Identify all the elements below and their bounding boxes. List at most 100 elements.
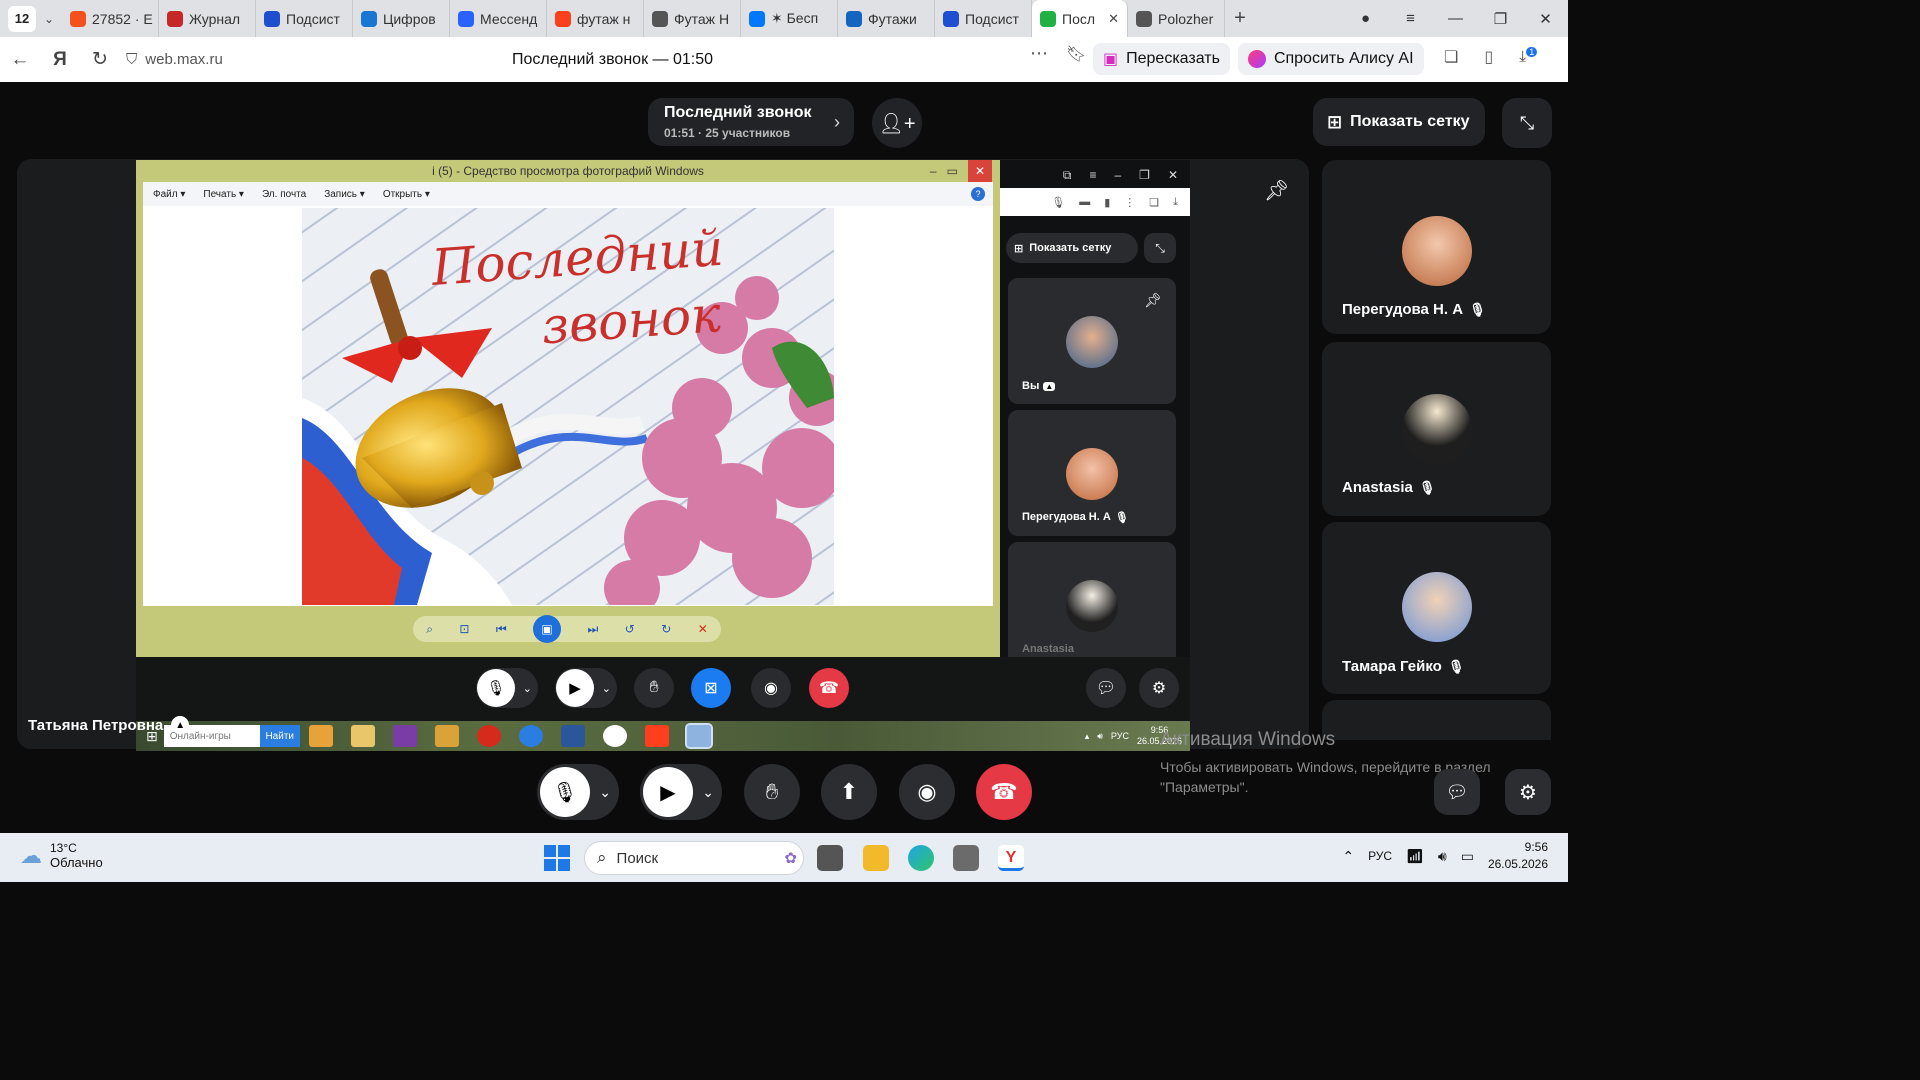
more-icon[interactable]: ⋯: [1030, 43, 1048, 64]
remote-folder-icon[interactable]: [350, 725, 375, 747]
remote-hangup-button[interactable]: ☎︎: [809, 668, 849, 708]
remote-photo-viewer-taskbar-icon[interactable]: [684, 723, 713, 749]
camera-chevron-icon[interactable]: ⌄: [702, 784, 714, 801]
photo-viewer-menu-item[interactable]: Файл ▾: [153, 189, 185, 200]
yandex-logo-icon[interactable]: Я: [40, 49, 80, 71]
browser-tab[interactable]: футаж н: [547, 0, 644, 37]
collections-icon[interactable]: ❏: [1444, 47, 1458, 67]
photo-viewer-menu-item[interactable]: Эл. почта: [262, 189, 306, 200]
remote-tile-participant1[interactable]: Перегудова Н. А 🎙︎: [1008, 410, 1176, 536]
browser-tab[interactable]: Футажи: [838, 0, 935, 37]
remote-show-grid-button[interactable]: ⊞ Показать сетку: [1006, 233, 1138, 263]
remote-close-icon[interactable]: ✕: [1168, 168, 1178, 188]
url-field[interactable]: ⛉ web.max.ru: [126, 51, 426, 68]
edge-icon[interactable]: [908, 845, 934, 871]
remote-raise-hand-button[interactable]: ✋︎: [634, 668, 674, 708]
remote-camera-button[interactable]: ▶ ⌄: [555, 668, 617, 708]
file-explorer-icon[interactable]: [863, 845, 889, 871]
close-window-button[interactable]: ✕: [1523, 10, 1568, 28]
maximize-button[interactable]: ❐: [1478, 10, 1523, 28]
yandex-browser-taskbar-icon[interactable]: Y: [998, 845, 1024, 871]
weather-widget[interactable]: ☁ 13°C Облачно: [20, 841, 103, 870]
browser-tab[interactable]: Футаж Н: [644, 0, 741, 37]
participant-tile-4[interactable]: [1322, 700, 1551, 740]
remote-media-player-icon[interactable]: [308, 725, 333, 747]
remote-menu-icon[interactable]: ≡: [1089, 168, 1096, 188]
remote-volume-icon[interactable]: 🔊︎: [1097, 731, 1103, 742]
remote-bookmark-icon[interactable]: ▮: [1104, 196, 1110, 209]
settings-button[interactable]: ⚙: [1505, 769, 1551, 815]
record-button[interactable]: ◉: [899, 764, 955, 820]
downloads-icon[interactable]: ⤓ 1: [1519, 47, 1538, 66]
browser-tab[interactable]: Подсист: [256, 0, 353, 37]
camera-button[interactable]: ▶ ⌄: [640, 764, 722, 820]
browser-tab[interactable]: Polozher: [1128, 0, 1225, 37]
remote-chat-icon[interactable]: ▬: [1079, 196, 1090, 208]
remote-tray-arrow-icon[interactable]: ▴: [1085, 731, 1090, 742]
remote-mic-icon[interactable]: 🎙︎: [1051, 196, 1065, 209]
collapse-button[interactable]: ⤡: [1502, 98, 1552, 148]
photo-viewer-menu-item[interactable]: Печать ▾: [203, 189, 244, 200]
remote-yandex-browser-icon[interactable]: [602, 725, 627, 747]
tray-arrow-icon[interactable]: ⌃: [1342, 848, 1354, 865]
remote-mic-button[interactable]: 🎙︎ ⌄: [476, 668, 538, 708]
remote-minimize-icon[interactable]: –: [1114, 168, 1121, 188]
app-icon[interactable]: [953, 845, 979, 871]
remote-tile-you[interactable]: 📌︎ Вы ▲: [1008, 278, 1176, 404]
chat-button[interactable]: 💬︎: [1434, 769, 1480, 815]
task-view-icon[interactable]: [817, 845, 843, 871]
retell-button[interactable]: ▣ Пересказать: [1093, 43, 1230, 75]
remote-settings-button[interactable]: ⚙: [1139, 668, 1179, 708]
tab-count-badge[interactable]: 12: [8, 5, 36, 32]
participant-tile-3[interactable]: Тамара Гейко 🎙︎: [1322, 522, 1551, 694]
ask-alice-button[interactable]: Спросить Алису AI: [1237, 43, 1424, 75]
participant-tile-1[interactable]: Перегудова Н. А 🎙︎: [1322, 160, 1551, 334]
tray-lang[interactable]: РУС: [1368, 849, 1392, 863]
hangup-button[interactable]: ☎︎: [976, 764, 1032, 820]
pin-icon[interactable]: 📌︎: [1264, 178, 1289, 203]
remote-archive-icon[interactable]: [434, 725, 459, 747]
browser-tab[interactable]: 27852 · E: [62, 0, 159, 37]
show-grid-button[interactable]: ⊞ Показать сетку: [1313, 98, 1485, 146]
browser-tab[interactable]: Посл ✕: [1032, 0, 1128, 37]
pv-maximize-icon[interactable]: ▭: [947, 160, 958, 182]
minimize-button[interactable]: —: [1433, 10, 1478, 27]
remote-opera-icon[interactable]: [476, 725, 501, 747]
volume-icon[interactable]: 🔊︎: [1438, 848, 1447, 865]
call-info-button[interactable]: Последний звонок 01:51 · 25 участников ›: [648, 98, 854, 146]
pv-minimize-icon[interactable]: –: [930, 160, 937, 182]
zoom-icon[interactable]: ⌕: [426, 622, 433, 637]
browser-tab[interactable]: Цифров: [353, 0, 450, 37]
remote-taskbar-search-button[interactable]: Найти: [259, 725, 300, 747]
remote-more-icon[interactable]: ⋮: [1124, 196, 1135, 209]
menu-icon[interactable]: ≡: [1388, 10, 1433, 27]
clock[interactable]: 9:56 26.05.2026: [1488, 839, 1548, 873]
close-tab-icon[interactable]: ✕: [1108, 11, 1119, 27]
profile-icon[interactable]: ●: [1343, 10, 1388, 27]
photo-viewer-menu-item[interactable]: Открыть ▾: [383, 189, 430, 200]
new-tab-button[interactable]: +: [1225, 7, 1255, 30]
rotate-left-icon[interactable]: ↺: [625, 622, 635, 636]
browser-tab[interactable]: Журнал: [159, 0, 256, 37]
browser-tab[interactable]: Мессенд: [450, 0, 547, 37]
mic-button[interactable]: 🎙︎ ⌄: [537, 764, 619, 820]
remote-lang[interactable]: РУС: [1111, 731, 1129, 741]
start-button[interactable]: [544, 845, 570, 871]
remote-maximize-icon[interactable]: ❐: [1139, 168, 1150, 188]
tab-list-chevron-icon[interactable]: ⌄: [36, 12, 62, 26]
remote-word-icon[interactable]: [560, 725, 585, 747]
remote-collapse-icon[interactable]: ⤡: [1144, 233, 1176, 263]
back-button[interactable]: ←: [0, 49, 40, 71]
remote-screen-share-button[interactable]: ⊠: [691, 668, 731, 708]
screen-share-button[interactable]: ⬆: [821, 764, 877, 820]
remote-record-button[interactable]: ◉: [751, 668, 791, 708]
raise-hand-button[interactable]: ✋︎: [744, 764, 800, 820]
photo-viewer-menu-item[interactable]: Запись ▾: [324, 189, 365, 200]
previous-icon[interactable]: ⏮: [496, 622, 507, 637]
taskbar-search[interactable]: ⌕ Поиск ✿: [584, 841, 804, 875]
slideshow-icon[interactable]: ▣: [533, 615, 562, 643]
reload-button[interactable]: ↻: [80, 48, 120, 71]
help-icon[interactable]: ?: [971, 187, 985, 201]
battery-icon[interactable]: ▭: [1461, 848, 1474, 865]
remote-pin-icon[interactable]: 📌︎: [1144, 292, 1162, 309]
